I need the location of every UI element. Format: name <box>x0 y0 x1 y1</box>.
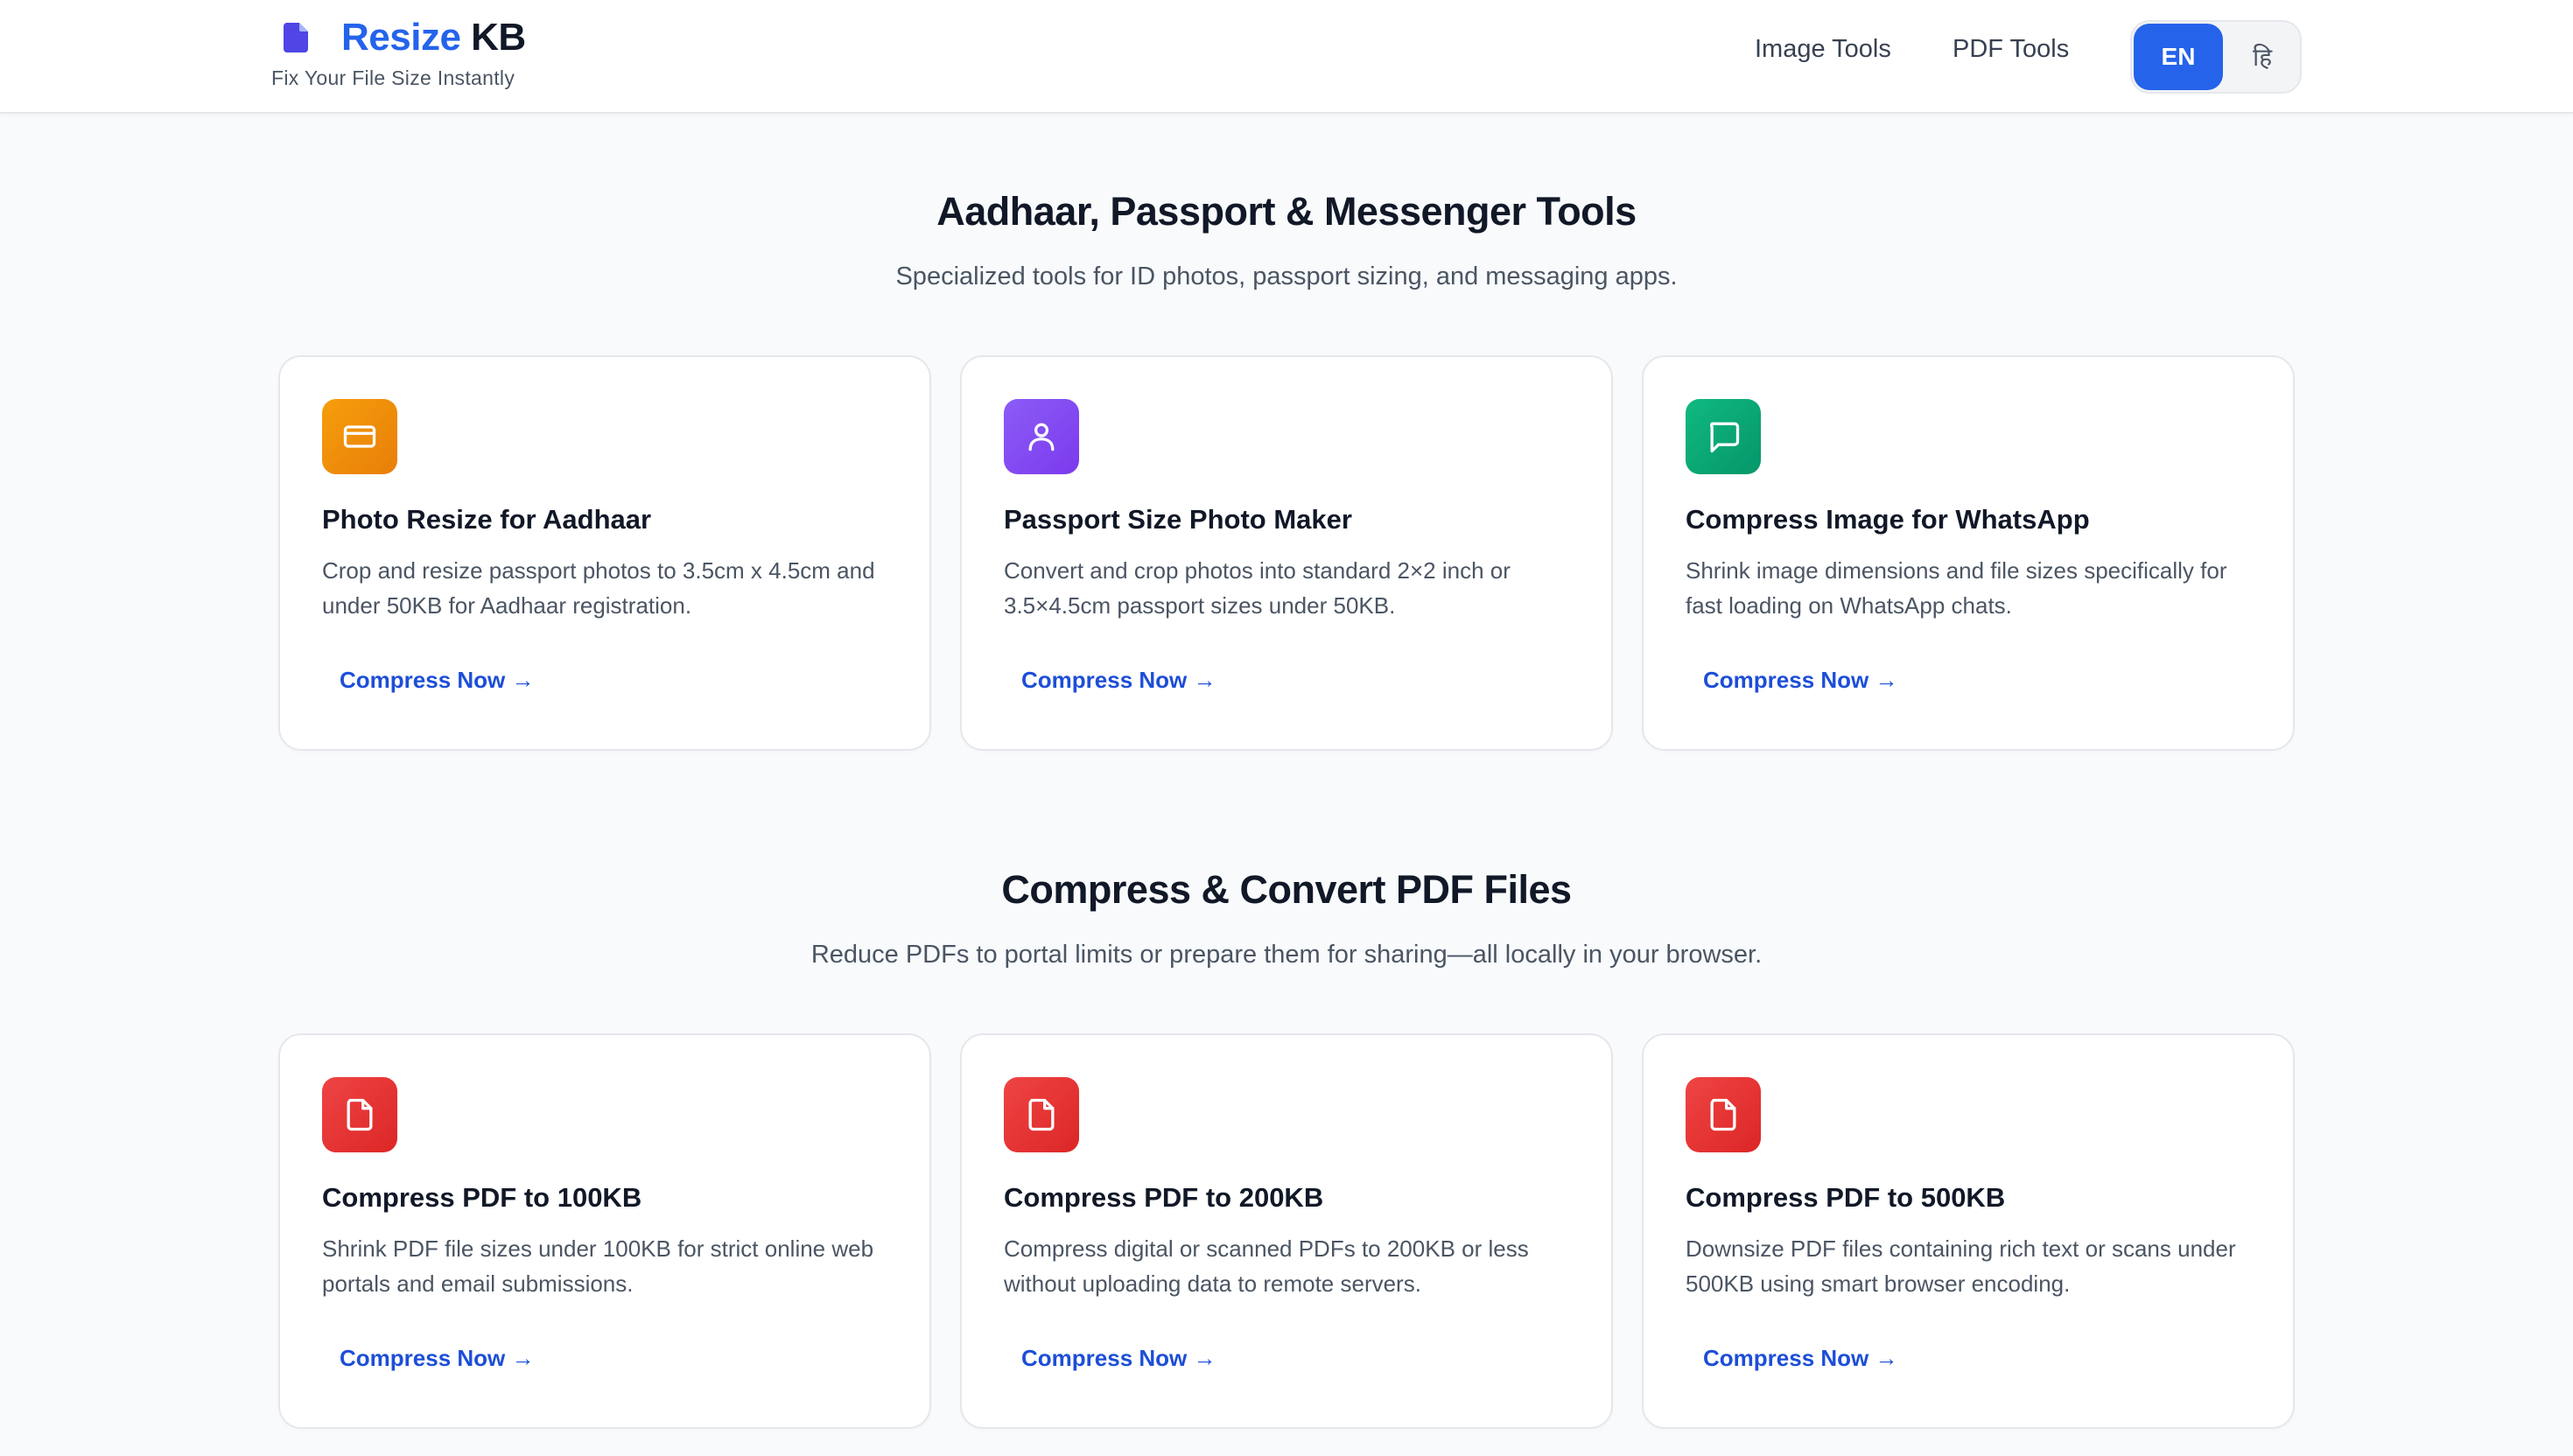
id-card-icon <box>322 399 397 474</box>
tool-card-passport[interactable]: Passport Size Photo Maker Convert and cr… <box>960 355 1613 751</box>
lang-english-button[interactable]: EN <box>2134 24 2223 90</box>
card-title: Compress Image for WhatsApp <box>1686 504 2090 535</box>
nav-pdf-tools[interactable]: PDF Tools <box>1953 35 2069 64</box>
document-icon <box>284 23 308 52</box>
brand-name: Resize KB <box>341 16 526 60</box>
brand[interactable]: Resize KB Fix Your File Size Instantly <box>271 16 526 90</box>
brand-name-kb: KB <box>471 16 526 59</box>
card-description: Crop and resize passport photos to 3.5cm… <box>322 557 875 619</box>
language-switcher: EN हि <box>2130 20 2302 94</box>
file-icon <box>1004 1077 1079 1152</box>
file-icon <box>1686 1077 1761 1152</box>
card-description: Convert and crop photos into standard 2×… <box>1004 557 1511 619</box>
section-subtitle-pdf-tools: Reduce PDFs to portal limits or prepare … <box>810 941 1763 969</box>
tool-card-whatsapp[interactable]: Compress Image for WhatsApp Shrink image… <box>1642 355 2295 751</box>
lang-hindi-button[interactable]: हि <box>2226 24 2298 90</box>
compress-now-link[interactable]: Compress Now → <box>1021 1345 1216 1372</box>
compress-now-link[interactable]: Compress Now → <box>340 667 535 694</box>
card-description: Downsize PDF files containing rich text … <box>1686 1236 2236 1297</box>
user-icon <box>1004 399 1079 474</box>
tool-card-pdf-200kb[interactable]: Compress PDF to 200KB Compress digital o… <box>960 1033 1613 1429</box>
compress-now-link[interactable]: Compress Now → <box>1021 667 1216 694</box>
section-title-id-tools: Aadhaar, Passport & Messenger Tools <box>936 189 1637 234</box>
section-subtitle-id-tools: Specialized tools for ID photos, passpor… <box>895 262 1678 290</box>
compress-now-link[interactable]: Compress Now → <box>1703 667 1898 694</box>
card-title: Compress PDF to 200KB <box>1004 1182 1324 1213</box>
card-title: Compress PDF to 500KB <box>1686 1182 2006 1213</box>
compress-now-link[interactable]: Compress Now → <box>1703 1345 1898 1372</box>
card-title: Compress PDF to 100KB <box>322 1182 642 1213</box>
card-description: Shrink PDF file sizes under 100KB for st… <box>322 1236 874 1297</box>
nav-image-tools[interactable]: Image Tools <box>1755 35 1891 64</box>
section-title-pdf-tools: Compress & Convert PDF Files <box>1001 867 1572 912</box>
card-title: Photo Resize for Aadhaar <box>322 504 652 535</box>
tool-card-aadhaar[interactable]: Photo Resize for Aadhaar Crop and resize… <box>278 355 931 751</box>
card-title: Passport Size Photo Maker <box>1004 504 1352 535</box>
tool-card-pdf-500kb[interactable]: Compress PDF to 500KB Downsize PDF files… <box>1642 1033 2295 1429</box>
brand-name-resize: Resize <box>341 16 461 59</box>
card-description: Shrink image dimensions and file sizes s… <box>1686 557 2227 619</box>
file-icon <box>322 1077 397 1152</box>
site-header: Resize KB Fix Your File Size Instantly I… <box>0 0 2573 114</box>
compress-now-link[interactable]: Compress Now → <box>340 1345 535 1372</box>
brand-tagline: Fix Your File Size Instantly <box>271 66 515 89</box>
card-description: Compress digital or scanned PDFs to 200K… <box>1004 1236 1529 1297</box>
tool-card-pdf-100kb[interactable]: Compress PDF to 100KB Shrink PDF file si… <box>278 1033 931 1429</box>
chat-icon <box>1686 399 1761 474</box>
